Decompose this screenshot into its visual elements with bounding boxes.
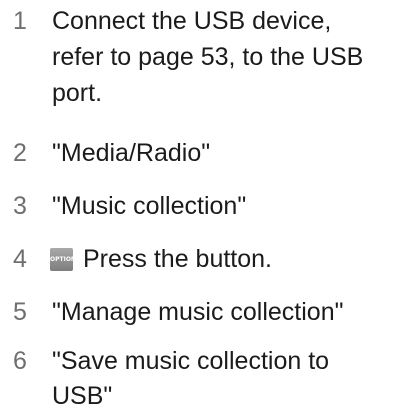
step-text-line: "Save music collection to: [52, 347, 330, 375]
step-text-line: "Media/Radio": [52, 139, 211, 167]
step-text-line: port.: [52, 79, 103, 107]
step-text-line: Connect the USB device,: [52, 7, 332, 35]
step-text-line: refer to page 53, to the USB: [52, 43, 364, 71]
step-number: 2: [13, 139, 27, 167]
step-number: 5: [13, 298, 27, 326]
step-text-line: "Manage music collection": [52, 298, 344, 326]
step-text-line: USB": [52, 382, 113, 410]
step-number: 1: [13, 7, 27, 35]
step-number: 4: [13, 245, 27, 273]
step-number: 3: [13, 192, 27, 220]
step-text-line: "Music collection": [52, 192, 247, 220]
step-text-line: Press the button.: [83, 245, 273, 273]
option-button-icon: OPTION: [50, 248, 76, 271]
step-number: 6: [13, 347, 27, 375]
